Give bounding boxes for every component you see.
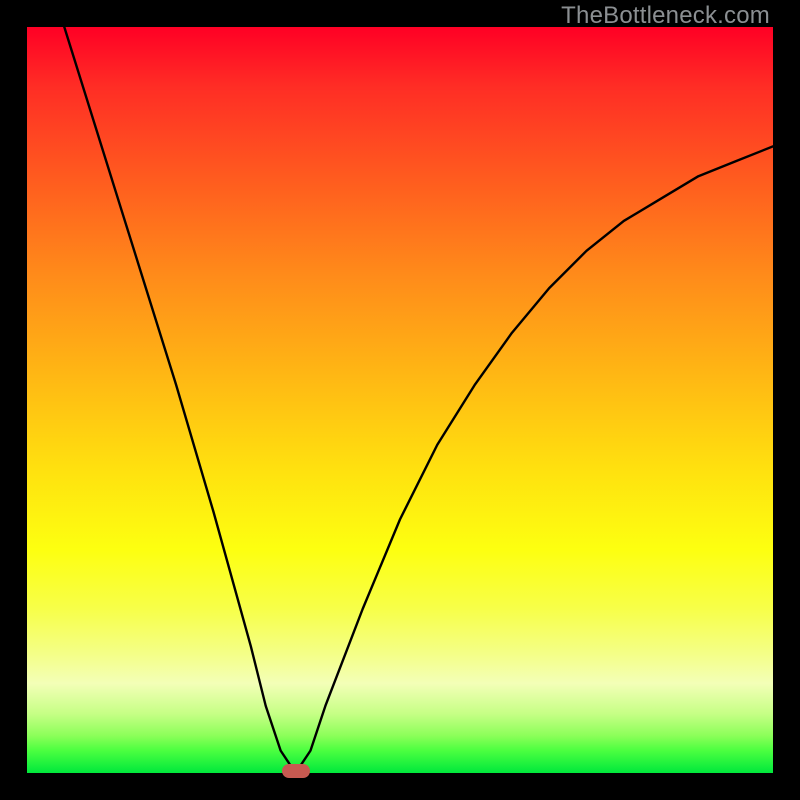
bottleneck-curve-path [64, 27, 773, 773]
curve-svg [27, 27, 773, 773]
chart-frame: TheBottleneck.com [0, 0, 800, 800]
plot-area [27, 27, 773, 773]
watermark-text: TheBottleneck.com [561, 2, 770, 30]
minimum-marker [282, 764, 310, 778]
